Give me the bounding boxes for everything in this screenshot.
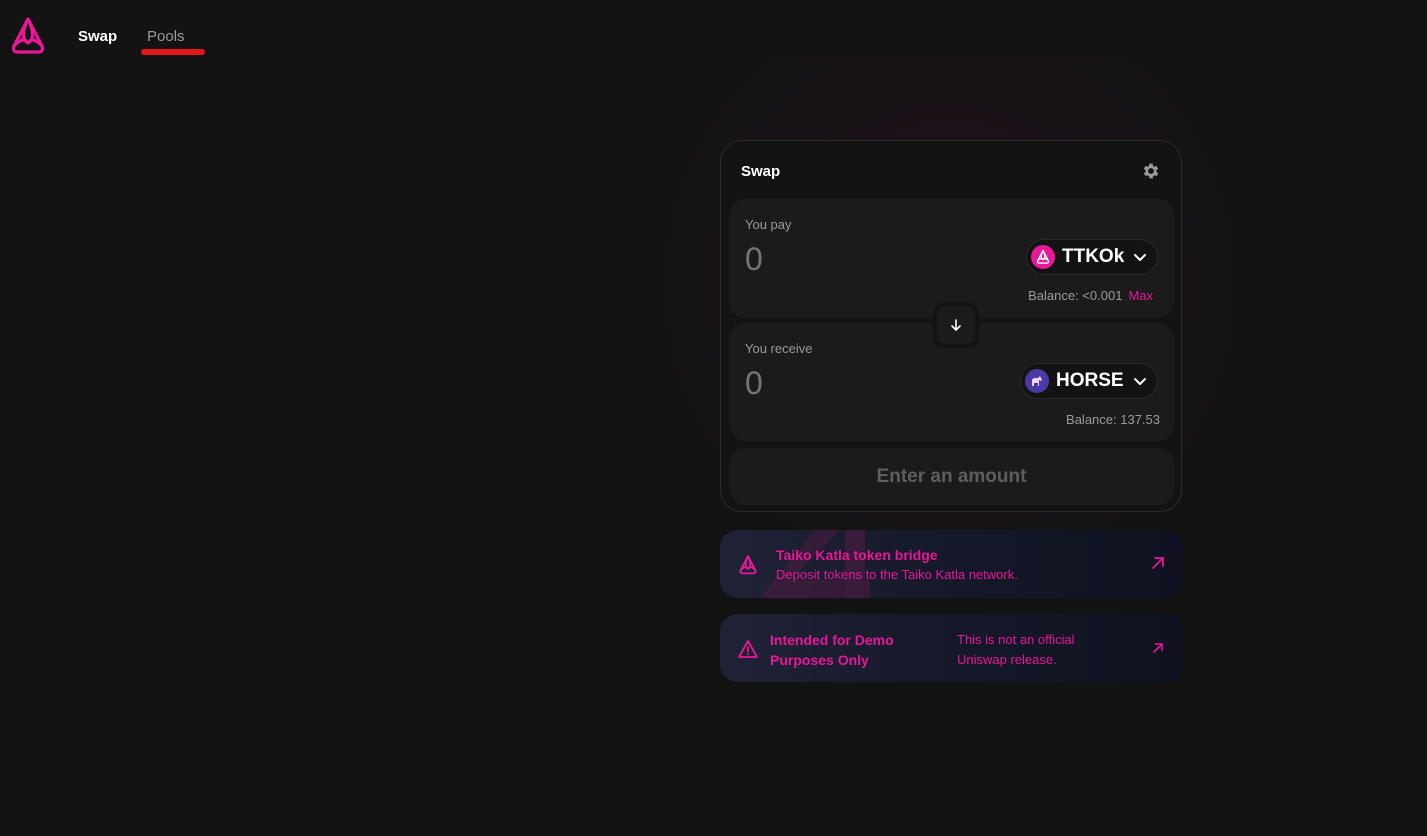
- horse-icon: [1025, 369, 1049, 393]
- bridge-banner[interactable]: Taiko Katla token bridge Deposit tokens …: [720, 530, 1183, 598]
- pay-token-symbol: TTKOk: [1062, 246, 1125, 267]
- pay-balance-text: Balance: <0.001: [1028, 288, 1123, 303]
- bridge-banner-subtitle: Deposit tokens to the Taiko Katla networ…: [776, 567, 1018, 582]
- external-arrow-icon: [1153, 643, 1163, 653]
- receive-balance: Balance: 137.53: [1066, 412, 1160, 427]
- pay-balance: Balance: <0.001 Max: [1028, 288, 1153, 303]
- swap-card: Swap You pay TTKOk Balance: <0.00: [720, 140, 1182, 512]
- warning-icon: [738, 640, 758, 658]
- max-button[interactable]: Max: [1128, 288, 1153, 303]
- nav-pools-link[interactable]: Pools: [147, 28, 185, 45]
- taiko-logo-icon[interactable]: [7, 16, 49, 56]
- external-arrow-icon: [1152, 557, 1164, 569]
- pay-label: You pay: [745, 217, 792, 232]
- chevron-down-icon: [1134, 254, 1147, 261]
- demo-banner-title: Intended for Demo Purposes Only: [770, 632, 894, 668]
- switch-tokens-button[interactable]: [933, 302, 979, 348]
- demo-warning-banner[interactable]: Intended for Demo Purposes Only This is …: [720, 614, 1183, 682]
- gear-icon[interactable]: [1141, 161, 1161, 181]
- swap-card-title: Swap: [741, 163, 781, 180]
- pay-token-selector[interactable]: TTKOk: [1026, 239, 1158, 275]
- top-navigation: Swap Pools: [0, 0, 1427, 72]
- chevron-down-icon: [1133, 378, 1146, 385]
- pay-panel: You pay TTKOk Balance: <0.001 Max: [729, 199, 1174, 318]
- pools-underline-marker: [141, 49, 205, 55]
- pay-amount-input[interactable]: [745, 241, 975, 278]
- enter-amount-button[interactable]: Enter an amount: [729, 448, 1174, 505]
- receive-token-symbol: HORSE: [1056, 370, 1124, 391]
- receive-token-selector[interactable]: HORSE: [1020, 363, 1158, 399]
- ttko-token-icon: [1031, 245, 1055, 269]
- arrow-down-icon: [951, 319, 961, 331]
- receive-amount-input[interactable]: [745, 365, 975, 402]
- receive-label: You receive: [745, 341, 813, 356]
- taiko-logo-icon: [739, 555, 757, 575]
- nav-swap-link[interactable]: Swap: [78, 28, 117, 45]
- bridge-banner-title: Taiko Katla token bridge: [776, 547, 938, 563]
- demo-banner-subtitle: This is not an official Uniswap release.: [957, 632, 1075, 667]
